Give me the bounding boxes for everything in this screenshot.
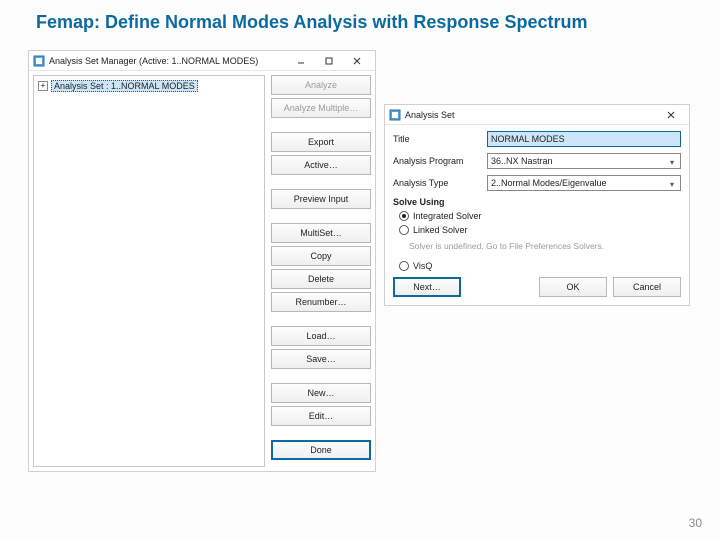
title-label: Title <box>393 134 481 144</box>
analyze-multiple-button[interactable]: Analyze Multiple… <box>271 98 371 118</box>
tree-item[interactable]: + Analysis Set : 1..NORMAL MODES <box>38 80 198 92</box>
preview-input-button[interactable]: Preview Input <box>271 189 371 209</box>
solver-undefined-hint: Solver is undefined. Go to File Preferen… <box>393 239 681 257</box>
delete-button[interactable]: Delete <box>271 269 371 289</box>
minimize-button[interactable] <box>287 52 315 70</box>
close-button[interactable] <box>657 106 685 124</box>
done-button[interactable]: Done <box>271 440 371 460</box>
page-number: 30 <box>689 516 702 530</box>
analysis-program-value: 36..NX Nastran <box>491 156 553 166</box>
title-input[interactable]: NORMAL MODES <box>487 131 681 147</box>
integrated-solver-radio[interactable]: Integrated Solver <box>393 211 681 221</box>
radio-icon <box>399 211 409 221</box>
analysis-program-combo[interactable]: 36..NX Nastran ▾ <box>487 153 681 169</box>
save-button[interactable]: Save… <box>271 349 371 369</box>
next-button[interactable]: Next… <box>393 277 461 297</box>
integrated-solver-label: Integrated Solver <box>413 211 482 221</box>
tree-item-label: Analysis Set : 1..NORMAL MODES <box>51 80 198 92</box>
maximize-button[interactable] <box>315 52 343 70</box>
export-button[interactable]: Export <box>271 132 371 152</box>
titlebar: Analysis Set Manager (Active: 1..NORMAL … <box>29 51 375 71</box>
active-button[interactable]: Active… <box>271 155 371 175</box>
analysis-type-combo[interactable]: 2..Normal Modes/Eigenvalue ▾ <box>487 175 681 191</box>
analysis-set-dialog: Analysis Set Title NORMAL MODES Analysis… <box>384 104 690 306</box>
window-title: Analysis Set Manager (Active: 1..NORMAL … <box>49 56 287 66</box>
solve-using-group-label: Solve Using <box>393 197 681 207</box>
chevron-down-icon: ▾ <box>666 178 678 190</box>
renumber-button[interactable]: Renumber… <box>271 292 371 312</box>
load-button[interactable]: Load… <box>271 326 371 346</box>
visq-label: VisQ <box>413 261 432 271</box>
analysis-set-manager-window: Analysis Set Manager (Active: 1..NORMAL … <box>28 50 376 472</box>
tree-expand-icon[interactable]: + <box>38 81 48 91</box>
analysis-program-label: Analysis Program <box>393 156 481 166</box>
chevron-down-icon: ▾ <box>666 156 678 168</box>
copy-button[interactable]: Copy <box>271 246 371 266</box>
analysis-set-tree[interactable]: + Analysis Set : 1..NORMAL MODES <box>33 75 265 467</box>
visq-radio[interactable]: VisQ <box>393 261 681 271</box>
edit-button[interactable]: Edit… <box>271 406 371 426</box>
titlebar: Analysis Set <box>385 105 689 125</box>
app-icon <box>389 109 401 121</box>
dialog-title: Analysis Set <box>405 110 657 120</box>
ok-button[interactable]: OK <box>539 277 607 297</box>
new-button[interactable]: New… <box>271 383 371 403</box>
linked-solver-label: Linked Solver <box>413 225 468 235</box>
cancel-button[interactable]: Cancel <box>613 277 681 297</box>
radio-icon <box>399 261 409 271</box>
analysis-type-label: Analysis Type <box>393 178 481 188</box>
button-column: Analyze Analyze Multiple… Export Active…… <box>271 75 371 467</box>
multiset-button[interactable]: MultiSet… <box>271 223 371 243</box>
analyze-button[interactable]: Analyze <box>271 75 371 95</box>
slide-title: Femap: Define Normal Modes Analysis with… <box>36 12 587 33</box>
close-button[interactable] <box>343 52 371 70</box>
app-icon <box>33 55 45 67</box>
linked-solver-radio[interactable]: Linked Solver <box>393 225 681 235</box>
analysis-type-value: 2..Normal Modes/Eigenvalue <box>491 178 607 188</box>
radio-icon <box>399 225 409 235</box>
